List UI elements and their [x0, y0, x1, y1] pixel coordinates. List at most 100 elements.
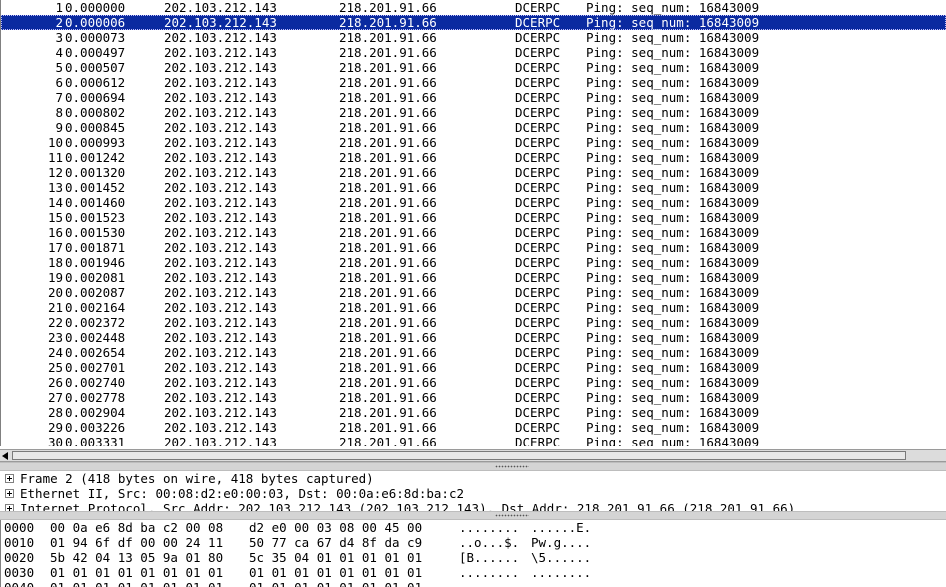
- packet-destination: 218.201.91.66: [339, 60, 437, 75]
- packet-details-pane[interactable]: Frame 2 (418 bytes on wire, 418 bytes ca…: [0, 471, 946, 511]
- packet-number: 4: [55, 45, 63, 60]
- splitter-grip-icon[interactable]: [495, 514, 529, 517]
- packet-destination: 218.201.91.66: [339, 150, 437, 165]
- packet-source: 202.103.212.143: [164, 45, 277, 60]
- details-tree-item[interactable]: Frame 2 (418 bytes on wire, 418 bytes ca…: [0, 471, 946, 486]
- packet-protocol: DCERPC: [515, 390, 561, 405]
- packet-source: 202.103.212.143: [164, 90, 277, 105]
- packet-number: 29: [47, 420, 63, 435]
- packet-row[interactable]: 8 0.000802 202.103.212.143 218.201.91.66 DCE…: [1, 105, 946, 120]
- packet-source: 202.103.212.143: [164, 105, 277, 120]
- packet-info: Ping: seq_num: 16843009: [586, 390, 760, 405]
- packet-destination: 218.201.91.66: [339, 270, 437, 285]
- packet-info: Ping: seq_num: 16843009: [586, 105, 760, 120]
- packet-protocol: DCERPC: [515, 270, 561, 285]
- packet-info: Ping: seq_num: 16843009: [586, 195, 760, 210]
- packet-number: 16: [47, 225, 63, 240]
- packet-protocol: DCERPC: [515, 285, 561, 300]
- packet-row[interactable]: 25 0.002701 202.103.212.143 218.201.91.66 DC…: [1, 360, 946, 375]
- hex-offset: 0040: [4, 580, 34, 587]
- packet-time: 0.001320: [65, 165, 126, 180]
- packet-row[interactable]: 16 0.001530 202.103.212.143 218.201.91.66 DC…: [1, 225, 946, 240]
- packet-number: 5: [55, 60, 63, 75]
- scrollbar-thumb[interactable]: [12, 451, 906, 460]
- packet-row[interactable]: 13 0.001452 202.103.212.143 218.201.91.66 DC…: [1, 180, 946, 195]
- packet-number: 3: [55, 30, 63, 45]
- hex-bytes: 5b 42 04 13 05 9a 01 80: [50, 550, 224, 565]
- packet-row[interactable]: 3 0.000073 202.103.212.143 218.201.91.66 DCE…: [1, 30, 946, 45]
- packet-row[interactable]: 5 0.000507 202.103.212.143 218.201.91.66 DCE…: [1, 60, 946, 75]
- packet-row[interactable]: 22 0.002372 202.103.212.143 218.201.91.66 DC…: [1, 315, 946, 330]
- packet-row[interactable]: 26 0.002740 202.103.212.143 218.201.91.66 DC…: [1, 375, 946, 390]
- packet-time: 0.000612: [65, 75, 126, 90]
- packet-row[interactable]: 10 0.000993 202.103.212.143 218.201.91.66 DC…: [1, 135, 946, 150]
- details-tree-item[interactable]: Internet Protocol, Src Addr: 202.103.212…: [0, 501, 946, 511]
- hex-offset: 0010: [4, 535, 35, 550]
- packet-row[interactable]: 14 0.001460 202.103.212.143 218.201.91.66 DC…: [1, 195, 946, 210]
- packet-row[interactable]: 23 0.002448 202.103.212.143 218.201.91.66 DC…: [1, 330, 946, 345]
- expand-plus-icon[interactable]: [5, 474, 14, 483]
- packet-row[interactable]: 9 0.000845 202.103.212.143 218.201.91.66 DCE…: [1, 120, 946, 135]
- hex-row[interactable]: 0040 01 01 01 01 01 01 01 01 01 01 01 01 0…: [1, 580, 946, 587]
- packet-time: 0.001871: [65, 240, 126, 255]
- packet-protocol: DCERPC: [515, 240, 561, 255]
- packet-source: 202.103.212.143: [164, 150, 277, 165]
- scroll-left-arrow-icon[interactable]: [2, 452, 8, 460]
- packet-destination: 218.201.91.66: [339, 360, 437, 375]
- packet-number: 28: [47, 405, 63, 420]
- packet-number: 8: [55, 105, 63, 120]
- packet-protocol: DCERPC: [515, 210, 561, 225]
- packet-row[interactable]: 29 0.003226 202.103.212.143 218.201.91.66 DC…: [1, 420, 946, 435]
- details-bytes-splitter[interactable]: [0, 511, 946, 520]
- hex-ascii: ..o...$.: [459, 535, 520, 550]
- packet-row[interactable]: 12 0.001320 202.103.212.143 218.201.91.66 DC…: [1, 165, 946, 180]
- packet-bytes-pane[interactable]: 0000 00 0a e6 8d ba c2 00 08 d2 e0 00 03 0…: [0, 520, 946, 587]
- details-tree-item[interactable]: Ethernet II, Src: 00:08:d2:e0:00:03, Dst…: [0, 486, 946, 501]
- packet-list-horizontal-scrollbar[interactable]: [0, 449, 946, 462]
- packet-number: 24: [47, 345, 63, 360]
- packet-time: 0.003331: [65, 435, 126, 446]
- hex-row[interactable]: 0010 01 94 6f df 00 00 24 11 50 77 ca 67 d…: [1, 535, 946, 550]
- packet-row[interactable]: 15 0.001523 202.103.212.143 218.201.91.66 DC…: [1, 210, 946, 225]
- hex-row[interactable]: 0020 5b 42 04 13 05 9a 01 80 5c 35 04 01 0…: [1, 550, 946, 565]
- hex-offset: 0000: [4, 520, 35, 535]
- packet-row[interactable]: 2 0.000006 202.103.212.143 218.201.91.66 DCE…: [1, 15, 946, 30]
- packet-destination: 218.201.91.66: [339, 315, 437, 330]
- packet-number: 10: [47, 135, 63, 150]
- packet-row[interactable]: 7 0.000694 202.103.212.143 218.201.91.66 DCE…: [1, 90, 946, 105]
- splitter-grip-icon[interactable]: [495, 465, 529, 468]
- expand-plus-icon[interactable]: [5, 489, 14, 498]
- packet-time: 0.002654: [65, 345, 126, 360]
- packet-number: 2: [55, 15, 63, 30]
- expand-plus-icon[interactable]: [5, 504, 14, 511]
- list-details-splitter[interactable]: [0, 462, 946, 471]
- hex-row[interactable]: 0030 01 01 01 01 01 01 01 01 01 01 01 01 0…: [1, 565, 946, 580]
- packet-list-pane[interactable]: 1 0.000000 202.103.212.143 218.201.91.66 DCE…: [0, 0, 946, 446]
- packet-row[interactable]: 1 0.000000 202.103.212.143 218.201.91.66 DCE…: [1, 0, 946, 15]
- packet-row[interactable]: 17 0.001871 202.103.212.143 218.201.91.66 DC…: [1, 240, 946, 255]
- packet-row[interactable]: 27 0.002778 202.103.212.143 218.201.91.66 DC…: [1, 390, 946, 405]
- packet-destination: 218.201.91.66: [339, 375, 437, 390]
- packet-protocol: DCERPC: [515, 195, 561, 210]
- packet-row[interactable]: 24 0.002654 202.103.212.143 218.201.91.66 DC…: [1, 345, 946, 360]
- packet-number: 23: [47, 330, 63, 345]
- packet-time: 0.001242: [65, 150, 126, 165]
- packet-row[interactable]: 4 0.000497 202.103.212.143 218.201.91.66 DCE…: [1, 45, 946, 60]
- hex-row[interactable]: 0000 00 0a e6 8d ba c2 00 08 d2 e0 00 03 0…: [1, 520, 946, 535]
- packet-row[interactable]: 18 0.001946 202.103.212.143 218.201.91.66 DC…: [1, 255, 946, 270]
- packet-row[interactable]: 20 0.002087 202.103.212.143 218.201.91.66 DC…: [1, 285, 946, 300]
- packet-row[interactable]: 21 0.002164 202.103.212.143 218.201.91.66 DC…: [1, 300, 946, 315]
- packet-info: Ping: seq_num: 16843009: [586, 15, 760, 30]
- packet-row[interactable]: 6 0.000612 202.103.212.143 218.201.91.66 DCE…: [1, 75, 946, 90]
- packet-row[interactable]: 28 0.002904 202.103.212.143 218.201.91.66 DC…: [1, 405, 946, 420]
- details-tree-label: Internet Protocol, Src Addr: 202.103.212…: [20, 501, 796, 511]
- details-tree-label: Frame 2 (418 bytes on wire, 418 bytes ca…: [20, 471, 374, 486]
- packet-row[interactable]: 30 0.003331 202.103.212.143 218.201.91.66 DC…: [1, 435, 946, 446]
- packet-time: 0.000497: [65, 45, 126, 60]
- packet-time: 0.000993: [65, 135, 126, 150]
- packet-row[interactable]: 19 0.002081 202.103.212.143 218.201.91.66 DC…: [1, 270, 946, 285]
- packet-source: 202.103.212.143: [164, 0, 277, 15]
- packet-row[interactable]: 11 0.001242 202.103.212.143 218.201.91.66 DC…: [1, 150, 946, 165]
- packet-info: Ping: seq_num: 16843009: [586, 135, 760, 150]
- packet-source: 202.103.212.143: [164, 435, 277, 446]
